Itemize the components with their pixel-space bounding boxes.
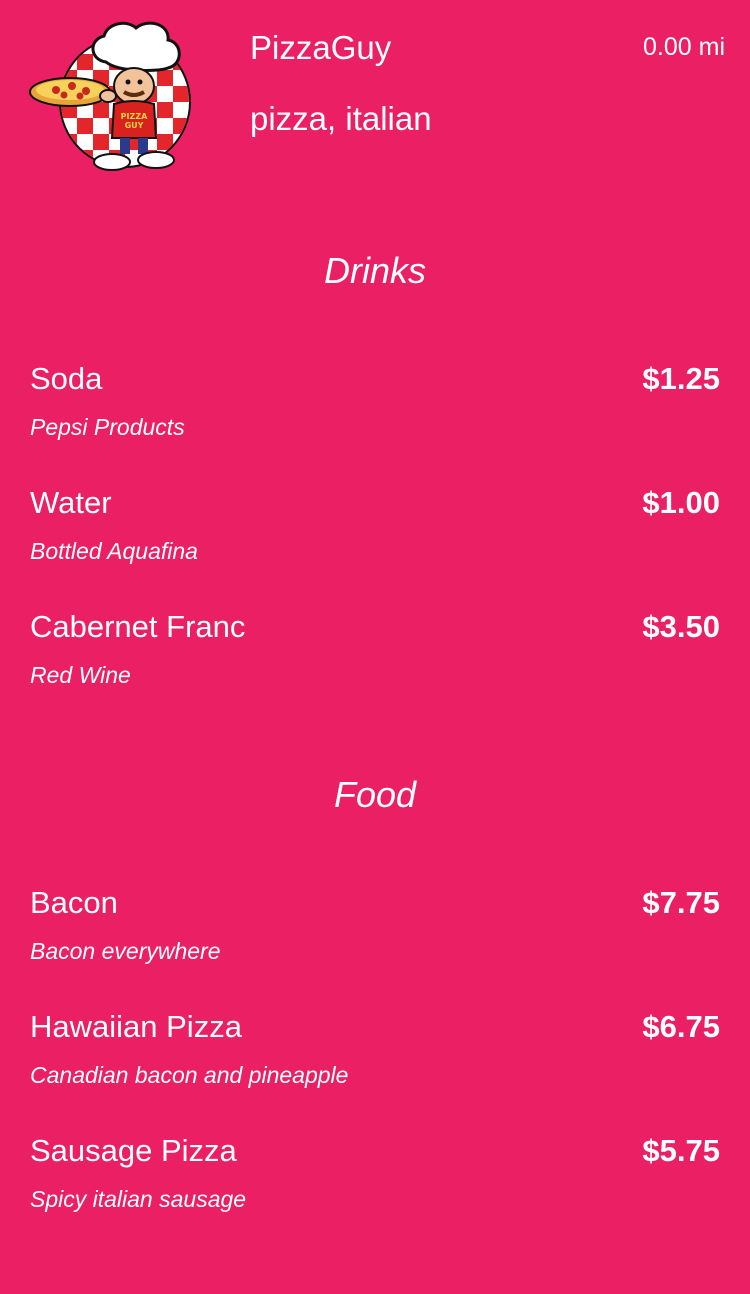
section-title-food: Food <box>333 774 417 815</box>
menu-item-price: $1.25 <box>642 361 720 396</box>
restaurant-name: PizzaGuy <box>250 29 392 66</box>
menu-item[interactable]: Bacon $7.75 Bacon everywhere <box>30 885 720 995</box>
menu-item-description: Pepsi Products <box>30 414 185 440</box>
menu-item-name: Bacon <box>30 885 118 920</box>
menu-item-description: Canadian bacon and pineapple <box>30 1062 349 1088</box>
menu-item-price: $6.75 <box>642 1009 720 1044</box>
section-title-drinks: Drinks <box>323 250 426 291</box>
menu-item-price: $5.75 <box>642 1133 720 1168</box>
menu-item-name: Sausage Pizza <box>30 1133 237 1168</box>
menu-item-price: $3.50 <box>642 609 720 644</box>
svg-text:GUY: GUY <box>125 121 144 130</box>
menu-item-name: Cabernet Franc <box>30 609 246 644</box>
menu-item-name: Water <box>30 485 112 520</box>
restaurant-distance: 0.00 mi <box>643 33 725 61</box>
menu-item-description: Bottled Aquafina <box>30 538 198 564</box>
menu-item[interactable]: Hawaiian Pizza $6.75 Canadian bacon and … <box>30 1009 720 1119</box>
menu-item[interactable]: Cabernet Franc $3.50 Red Wine <box>30 609 720 719</box>
menu-item-description: Red Wine <box>30 662 131 688</box>
restaurant-categories: pizza, italian <box>250 100 432 137</box>
restaurant-logo: PIZZA GUY <box>28 20 198 178</box>
menu-item-price: $7.75 <box>642 885 720 920</box>
menu-item-description: Spicy italian sausage <box>30 1186 247 1212</box>
menu-item-price: $1.00 <box>642 485 720 520</box>
menu-item[interactable]: Sausage Pizza $5.75 Spicy italian sausag… <box>30 1133 720 1243</box>
menu-item[interactable]: Water $1.00 Bottled Aquafina <box>30 485 720 595</box>
menu-item[interactable]: Soda $1.25 Pepsi Products <box>30 361 720 471</box>
restaurant-header: PIZZA GUY PizzaGuy pizza, italian 0.00 m… <box>0 0 750 200</box>
menu-item-name: Soda <box>30 361 103 396</box>
menu-item-name: Hawaiian Pizza <box>30 1009 242 1044</box>
logo-wordmark: PIZZA <box>121 112 148 121</box>
menu-item-description: Bacon everywhere <box>30 938 221 964</box>
